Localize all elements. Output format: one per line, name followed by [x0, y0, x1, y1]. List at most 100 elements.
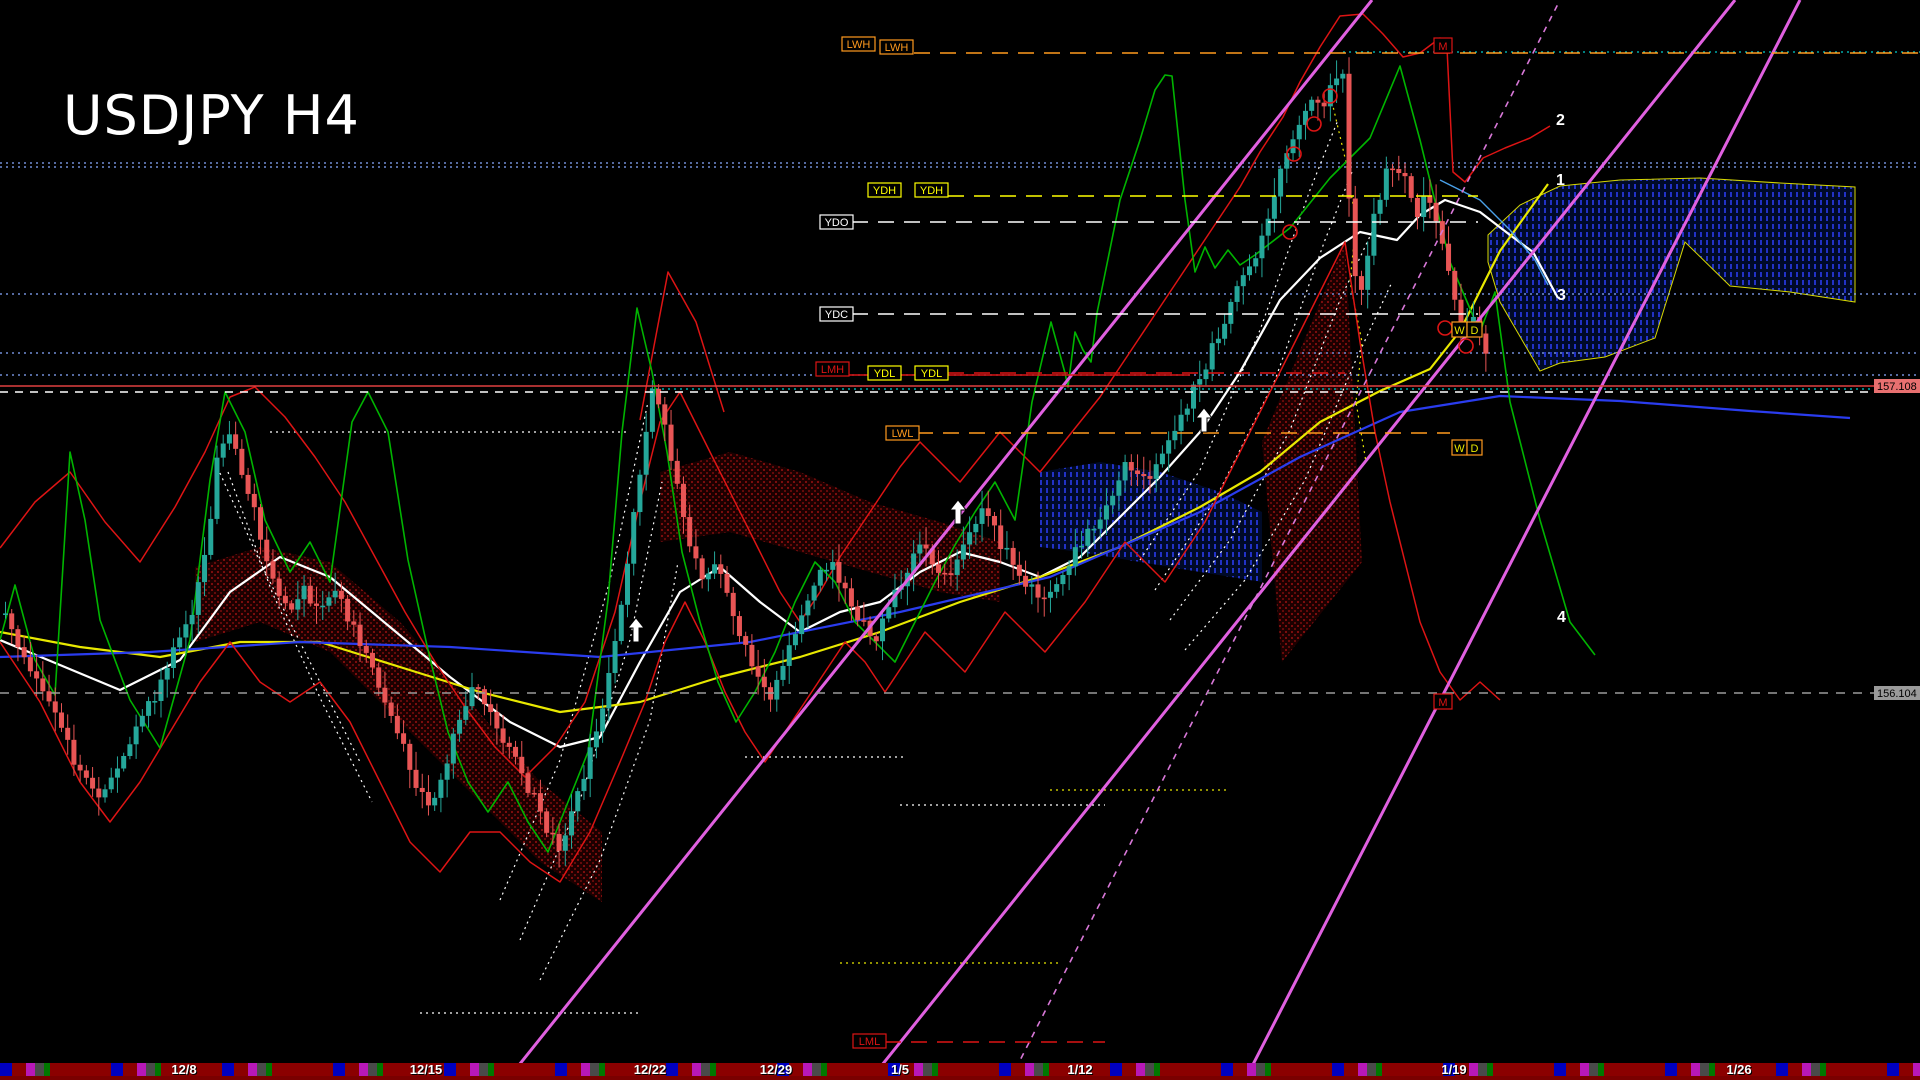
candle-body	[282, 595, 288, 604]
candle-body	[152, 700, 158, 703]
candle-body	[1396, 169, 1402, 173]
candle-body	[556, 834, 562, 851]
candle-body	[736, 616, 742, 637]
x-axis-date-label[interactable]: 12/29	[760, 1062, 793, 1077]
candle-body	[625, 563, 630, 605]
candle-body	[189, 614, 195, 625]
candle-body	[718, 564, 724, 574]
candle-body	[1135, 470, 1141, 475]
candle-body	[792, 634, 798, 646]
session-ribbon: 12/8 12/15 12/22 12/29 1/5 1/12 1/19 1/26	[0, 1062, 1920, 1077]
candle-body	[842, 582, 848, 589]
candle-body	[1358, 276, 1364, 290]
candle-body	[1047, 591, 1053, 598]
x-axis-date-label[interactable]: 12/8	[171, 1062, 196, 1077]
candle-body	[817, 569, 823, 586]
candle-body	[1147, 476, 1153, 479]
candle-body	[942, 572, 948, 575]
candle-body	[1483, 333, 1489, 354]
candle-body	[998, 525, 1004, 549]
buy-arrow-icon	[1194, 407, 1214, 433]
candle-body	[544, 811, 550, 833]
x-axis-date-label[interactable]: 1/19	[1441, 1062, 1466, 1077]
candle-body	[1340, 73, 1346, 79]
candle-body	[1346, 73, 1352, 199]
candle-body	[519, 756, 525, 774]
candle-body	[52, 701, 58, 713]
candle-body	[1446, 243, 1452, 271]
candle-body	[612, 641, 618, 673]
candle-body	[1321, 102, 1327, 107]
candle-body	[419, 787, 425, 792]
candle-body	[1234, 286, 1240, 302]
candle-body	[967, 532, 973, 545]
candle-body	[90, 777, 96, 789]
candle-body	[600, 708, 606, 732]
candle-body	[979, 508, 985, 524]
candle-body	[1433, 202, 1439, 222]
candle-body	[880, 618, 886, 642]
candle-body	[656, 388, 662, 405]
candle-body	[363, 646, 369, 653]
candle-body	[923, 544, 929, 549]
x-axis-date-label[interactable]: 12/22	[634, 1062, 667, 1077]
candle-body	[506, 742, 512, 747]
candle-body	[593, 731, 599, 748]
candle-body	[1091, 528, 1097, 531]
candle-body	[338, 590, 344, 599]
candle-body	[811, 585, 817, 601]
candle-body	[917, 544, 923, 554]
candle-body	[537, 793, 543, 812]
candle-body	[83, 770, 89, 778]
candle-body	[77, 764, 83, 771]
candle-body	[1209, 343, 1215, 370]
candle-body	[668, 424, 674, 461]
candle-body	[264, 539, 270, 562]
level-label-text: YDO	[825, 217, 849, 229]
candle-body	[761, 676, 767, 688]
candle-body	[388, 702, 394, 716]
candle-body	[1222, 323, 1228, 339]
candle-body	[1184, 408, 1190, 415]
candle-body	[233, 434, 239, 449]
candle-body	[1278, 168, 1284, 197]
wave-count-number: 4	[1557, 609, 1566, 626]
ichimoku-clouds	[195, 177, 1856, 902]
candle-body	[301, 585, 307, 600]
candle-body	[1228, 301, 1234, 324]
price-chart[interactable]: 157.108 156.104 LWH LWH YDH YDH YDO YDC LMH YDL Y…	[0, 0, 1920, 1080]
sell-signal-circle-icon	[1306, 116, 1322, 132]
candle-body	[40, 678, 46, 692]
candle-body	[438, 779, 444, 798]
x-axis-date-label[interactable]: 1/5	[891, 1062, 909, 1077]
candle-body	[1116, 480, 1122, 496]
level-label-text: YDH	[920, 185, 943, 197]
level-label-text: LMH	[821, 364, 844, 376]
period-label-text: W	[1454, 325, 1465, 337]
candle-body	[693, 546, 699, 559]
candle-body	[258, 507, 264, 540]
candle-body	[65, 727, 71, 740]
candle-body	[475, 687, 481, 690]
bottom-bar	[0, 1076, 1920, 1080]
x-axis-date-label[interactable]: 12/15	[410, 1062, 443, 1077]
candle-body	[799, 615, 805, 635]
candle-body	[133, 726, 139, 745]
candle-body	[413, 769, 419, 788]
candle-body	[382, 687, 388, 703]
x-axis-date-label[interactable]: 1/12	[1067, 1062, 1092, 1077]
candle-body	[991, 515, 997, 526]
candle-body	[500, 728, 506, 743]
candle-body	[407, 743, 413, 770]
candle-body	[239, 448, 245, 475]
candle-body	[195, 582, 201, 615]
candle-body	[376, 667, 382, 688]
candle-body	[1253, 258, 1259, 267]
candle-body	[164, 668, 170, 680]
x-axis-date-label[interactable]: 1/26	[1726, 1062, 1751, 1077]
candle-body	[270, 561, 276, 579]
candle-body	[749, 644, 755, 667]
candle-body	[314, 603, 319, 606]
candle-body	[836, 562, 842, 583]
candle-body	[973, 523, 979, 533]
